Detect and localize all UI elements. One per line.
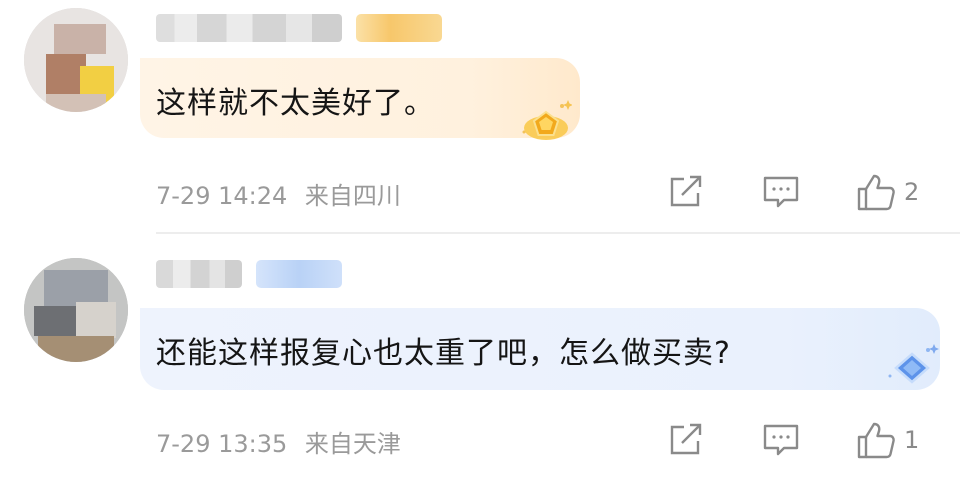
comment-location: 来自天津	[304, 430, 401, 458]
avatar[interactable]	[24, 8, 128, 112]
blue-gem-badge-icon	[888, 344, 939, 384]
like-button[interactable]: 2	[856, 173, 919, 211]
username-blurred[interactable]	[156, 260, 242, 288]
avatar[interactable]	[24, 258, 128, 362]
username-blurred[interactable]	[156, 14, 342, 42]
share-icon[interactable]	[668, 175, 704, 209]
comment-text: 这样就不太美好了。	[156, 86, 435, 121]
username-row	[156, 12, 442, 44]
vip-badge-blurred	[356, 14, 442, 42]
comment-actions: 1	[668, 420, 919, 460]
comment-item: 还能这样报复心也太重了吧，怎么做买卖? 7-29 13:35 来自天津 1	[0, 244, 960, 488]
vip-badge-blurred	[256, 260, 342, 288]
thumbs-up-icon	[857, 422, 895, 459]
comment-icon[interactable]	[762, 174, 800, 210]
comment-meta: 7-29 13:35 来自天津	[156, 424, 401, 459]
comment-location: 来自四川	[304, 182, 401, 210]
like-count: 1	[904, 426, 920, 454]
comment-time: 7-29 14:24	[156, 182, 288, 210]
comment-icon[interactable]	[762, 422, 800, 458]
comment-time: 7-29 13:35	[156, 430, 288, 458]
comment-item: 这样就不太美好了。 7-29 14:24 来自四川 2	[0, 0, 960, 234]
comment-actions: 2	[668, 172, 919, 212]
divider	[156, 232, 960, 234]
like-count: 2	[904, 178, 920, 206]
gold-gem-badge-icon	[522, 100, 572, 140]
share-icon[interactable]	[668, 423, 704, 457]
comment-text: 还能这样报复心也太重了吧，怎么做买卖?	[156, 336, 731, 371]
like-button[interactable]: 1	[856, 421, 919, 459]
username-row	[156, 258, 342, 290]
comment-meta: 7-29 14:24 来自四川	[156, 176, 401, 211]
thumbs-up-icon	[857, 174, 895, 211]
